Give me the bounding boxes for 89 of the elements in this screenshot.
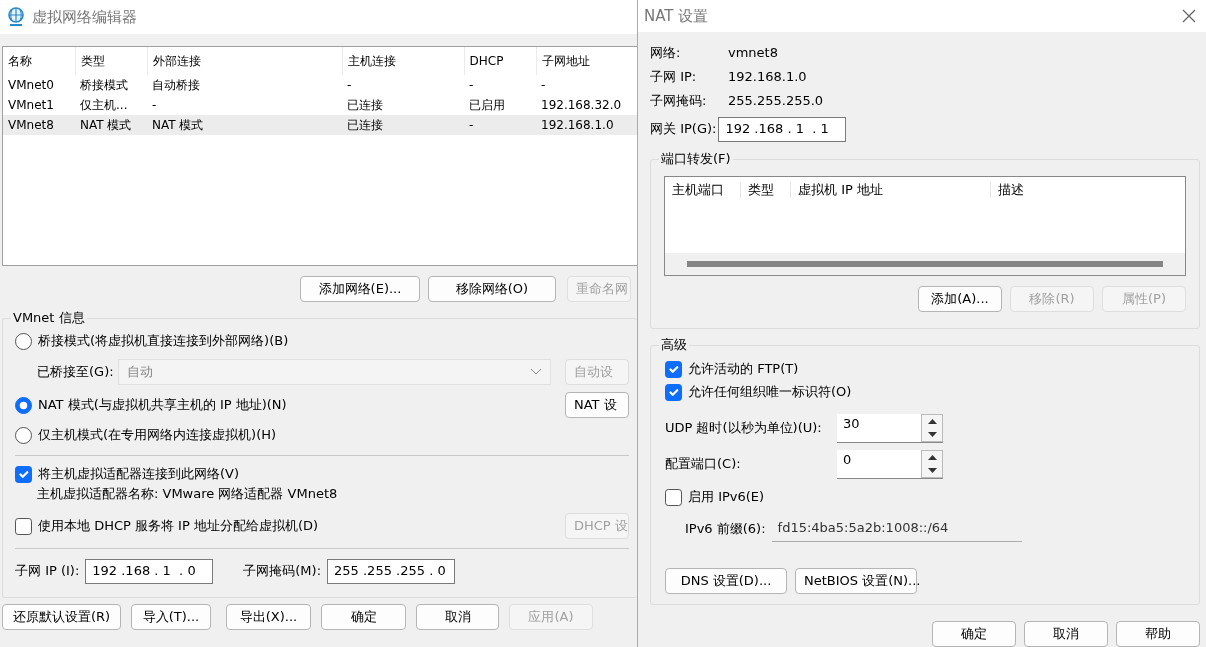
column-header[interactable]: DHCP	[464, 47, 536, 75]
gateway-ip-field[interactable]: 192 .168 . 1 . 1	[718, 116, 847, 142]
triangle-down-icon	[927, 467, 937, 473]
scrollbar-thumb[interactable]	[687, 261, 1163, 267]
cancel-button[interactable]: 取消	[1024, 621, 1108, 647]
table-cell: NAT 模式	[147, 115, 342, 135]
chevron-down-icon	[530, 368, 542, 376]
column-header[interactable]: 主机端口	[665, 181, 741, 199]
dns-settings-button[interactable]: DNS 设置(D)...	[665, 568, 787, 594]
triangle-down-icon	[927, 431, 937, 437]
table-cell: 192.168.32.0	[536, 95, 637, 115]
adapter-name-text: 主机虚拟适配器名称: VMware 网络适配器 VMnet8	[36, 486, 339, 503]
table-cell: -	[464, 75, 536, 95]
table-cell: 192.168.1.0	[536, 115, 637, 135]
ok-button[interactable]: 确定	[932, 621, 1016, 647]
increment-button[interactable]	[922, 450, 942, 464]
checkbox-label: 将主机虚拟适配器连接到此网络(V)	[38, 465, 240, 483]
group-title: VMnet 信息	[11, 310, 87, 327]
table-cell: 已启用	[464, 95, 536, 115]
triangle-up-icon	[927, 454, 937, 460]
import-button[interactable]: 导入(T)...	[131, 604, 211, 630]
table-cell: VMnet1	[3, 95, 75, 115]
field-label: 配置端口(C):	[665, 455, 742, 473]
triangle-up-icon	[927, 418, 937, 424]
checkbox-label: 启用 IPv6(E)	[688, 488, 765, 506]
ok-button[interactable]: 确定	[321, 604, 406, 630]
radio-label: 桥接模式(将虚拟机直接连接到外部网络)(B)	[38, 332, 289, 350]
table-cell: 已连接	[342, 115, 464, 135]
field-label: 网络:	[650, 44, 682, 62]
radio-label: 仅主机模式(在专用网络内连接虚拟机)(H)	[38, 426, 277, 444]
table-cell: 桥接模式	[75, 75, 147, 95]
table-cell: NAT 模式	[75, 115, 147, 135]
table-cell: 已连接	[342, 95, 464, 115]
field-label: 已桥接至(G):	[37, 363, 114, 381]
add-button[interactable]: 添加(A)...	[918, 286, 1002, 312]
field-value: vmnet8	[728, 44, 778, 62]
mode-radio[interactable]	[15, 396, 32, 414]
field-value: 255.255.255.0	[728, 92, 824, 110]
radio-label: NAT 模式(与虚拟机共享主机的 IP 地址)(N)	[38, 396, 287, 414]
ipv6-checkbox[interactable]	[665, 488, 682, 506]
window-title: 虚拟网络编辑器	[32, 7, 137, 27]
column-header[interactable]: 虚拟机 IP 地址	[791, 181, 991, 199]
field-label: 子网掩码(M):	[243, 562, 322, 580]
increment-button[interactable]	[922, 414, 942, 428]
table-cell: -	[536, 75, 637, 95]
checkbox-label: 允许活动的 FTP(T)	[688, 361, 799, 378]
dialog-title: NAT 设置	[644, 6, 709, 26]
group-title: 高级	[659, 337, 689, 354]
column-header[interactable]: 描述	[991, 181, 1091, 199]
field-label: 子网 IP (I):	[15, 562, 80, 580]
network-globe-icon	[6, 7, 26, 27]
field-label: 子网 IP:	[650, 68, 698, 86]
table-cell: -	[342, 75, 464, 95]
column-header[interactable]: 类型	[75, 47, 147, 75]
close-icon[interactable]	[1182, 9, 1196, 23]
table-cell: VMnet8	[3, 115, 75, 135]
table-cell: 仅主机...	[75, 95, 147, 115]
column-header[interactable]: 类型	[741, 181, 791, 199]
restore-defaults-button[interactable]: 还原默认设置(R)	[2, 604, 121, 630]
option-checkbox[interactable]	[665, 384, 682, 401]
group-title: 端口转发(F)	[659, 151, 733, 168]
subnet-ip-field[interactable]: 192 .168 . 1 . 0	[85, 558, 214, 584]
add-network-button[interactable]: 添加网络(E)...	[300, 276, 420, 302]
table-cell: -	[147, 95, 342, 115]
field-label: 子网掩码:	[650, 92, 708, 110]
column-header[interactable]: 主机连接	[342, 47, 464, 75]
netbios-settings-button[interactable]: NetBIOS 设置(N)...	[795, 568, 917, 594]
adapter-checkbox[interactable]	[15, 465, 32, 483]
nat-settings-button[interactable]: NAT 设	[565, 392, 629, 418]
help-button[interactable]: 帮助	[1116, 621, 1200, 647]
checkbox-label: 使用本地 DHCP 服务将 IP 地址分配给虚拟机(D)	[38, 517, 319, 535]
column-header[interactable]: 名称	[3, 47, 75, 75]
mode-radio[interactable]	[15, 426, 32, 444]
option-checkbox[interactable]	[665, 361, 682, 378]
export-button[interactable]: 导出(X)...	[226, 604, 311, 630]
field-value: 192.168.1.0	[728, 68, 807, 86]
cancel-button[interactable]: 取消	[416, 604, 499, 630]
table-cell: 自动桥接	[147, 75, 342, 95]
checkbox-label: 允许任何组织唯一标识符(O)	[688, 384, 852, 401]
remove-network-button[interactable]: 移除网络(O)	[428, 276, 556, 302]
table-cell: VMnet0	[3, 75, 75, 95]
dhcp-checkbox[interactable]	[15, 517, 32, 535]
field-label: UDP 超时(以秒为单位)(U):	[665, 419, 823, 437]
column-header[interactable]: 外部连接	[147, 47, 342, 75]
field-label: 网关 IP(G):	[650, 120, 717, 138]
field-label: IPv6 前缀(6):	[685, 520, 766, 538]
table-cell: -	[464, 115, 536, 135]
subnet-mask-field[interactable]: 255 .255 .255 . 0	[327, 558, 456, 584]
mode-radio[interactable]	[15, 332, 32, 350]
